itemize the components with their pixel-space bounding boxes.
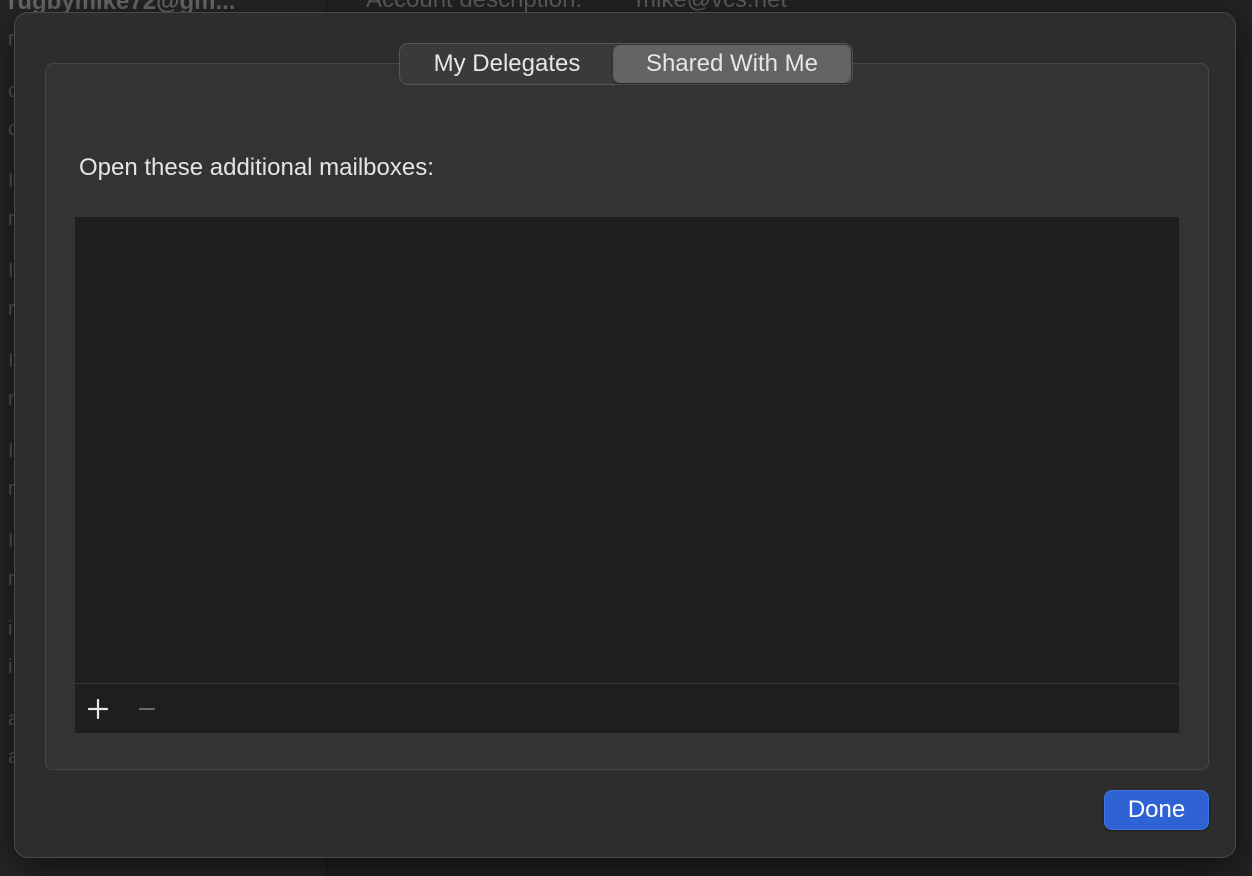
background-sidebar-fragment: I [8, 530, 14, 552]
section-label: Open these additional mailboxes: [79, 154, 434, 181]
remove-mailbox-button[interactable] [132, 694, 162, 724]
tab-content-box: Open these additional mailboxes: [45, 63, 1209, 770]
minus-icon [139, 708, 155, 710]
background-sidebar-fragment: I [8, 170, 14, 192]
tab-shared-with-me[interactable]: Shared With Me [613, 45, 851, 83]
tab-my-delegates[interactable]: My Delegates [401, 45, 613, 83]
background-sidebar-fragment: I [8, 440, 14, 462]
mailbox-list-footer [75, 683, 1179, 733]
plus-icon [87, 698, 109, 720]
background-sidebar-fragment: i [8, 618, 13, 640]
mailbox-list-body[interactable] [75, 217, 1179, 683]
background-sidebar-fragment: I [8, 350, 14, 372]
done-button[interactable]: Done [1104, 790, 1209, 830]
mailbox-list[interactable] [75, 217, 1179, 733]
delegate-tab-control: My Delegates Shared With Me [399, 43, 853, 85]
background-sidebar-fragment: i [8, 656, 13, 678]
background-sidebar-fragment: I [8, 260, 14, 282]
add-mailbox-button[interactable] [83, 694, 113, 724]
delegation-sheet: Open these additional mailboxes: My Dele… [14, 12, 1236, 858]
